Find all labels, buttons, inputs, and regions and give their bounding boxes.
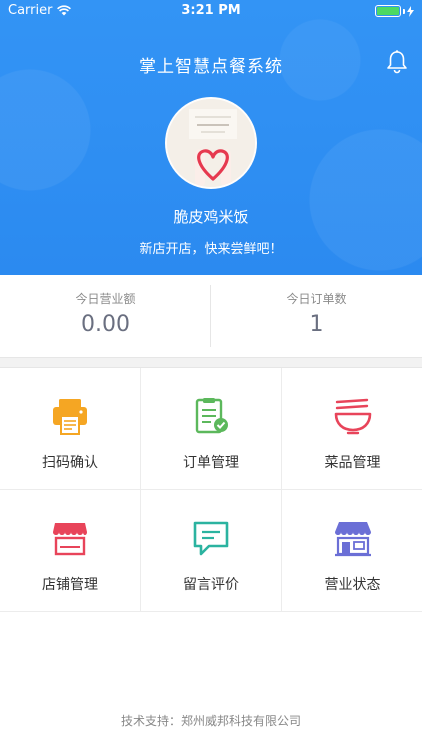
order-checklist-icon bbox=[195, 398, 228, 434]
printer-icon bbox=[53, 399, 87, 435]
function-grid: 扫码确认 订单管理 菜品管理 店铺管理 留言评价 营业状态 bbox=[0, 368, 422, 612]
menu-label: 留言评价 bbox=[183, 577, 239, 593]
shop-status-icon bbox=[334, 522, 371, 557]
stat-value: 1 bbox=[309, 312, 324, 337]
store-logo-image bbox=[167, 99, 255, 187]
store-avatar[interactable] bbox=[165, 97, 257, 189]
comment-icon bbox=[193, 521, 229, 556]
menu-order-management[interactable]: 订单管理 bbox=[141, 368, 282, 490]
menu-label: 扫码确认 bbox=[42, 455, 98, 471]
stat-label: 今日营业额 bbox=[75, 292, 136, 306]
today-stats: 今日营业额 0.00 今日订单数 1 bbox=[0, 275, 422, 357]
battery-icon bbox=[375, 5, 414, 17]
stat-orders[interactable]: 今日订单数 1 bbox=[211, 275, 422, 357]
bell-icon[interactable] bbox=[386, 50, 408, 74]
menu-label: 订单管理 bbox=[183, 455, 239, 471]
menu-shop-management[interactable]: 店铺管理 bbox=[0, 490, 141, 612]
menu-business-status[interactable]: 营业状态 bbox=[282, 490, 422, 612]
charging-icon bbox=[407, 5, 414, 17]
store-name: 脆皮鸡米饭 bbox=[173, 208, 249, 226]
noodle-bowl-icon bbox=[334, 398, 371, 435]
menu-label: 营业状态 bbox=[324, 577, 381, 593]
menu-comments[interactable]: 留言评价 bbox=[141, 490, 282, 612]
clock: 3:21 PM bbox=[181, 3, 241, 18]
stat-label: 今日订单数 bbox=[286, 292, 347, 306]
menu-scan-confirm[interactable]: 扫码确认 bbox=[0, 368, 141, 490]
store-slogan: 新店开店，快来尝鲜吧！ bbox=[139, 242, 283, 257]
section-gap bbox=[0, 357, 422, 368]
menu-label: 店铺管理 bbox=[42, 577, 98, 593]
menu-dish-management[interactable]: 菜品管理 bbox=[282, 368, 422, 490]
storefront-icon bbox=[53, 523, 87, 556]
app-title: 掌上智慧点餐系统 bbox=[139, 57, 283, 77]
status-bar: Carrier 3:21 PM bbox=[0, 0, 422, 22]
menu-label: 菜品管理 bbox=[324, 455, 381, 471]
stat-revenue[interactable]: 今日营业额 0.00 bbox=[0, 275, 211, 357]
stat-value: 0.00 bbox=[81, 312, 130, 337]
footer-support: 技术支持：郑州威邦科技有限公司 bbox=[120, 714, 301, 728]
